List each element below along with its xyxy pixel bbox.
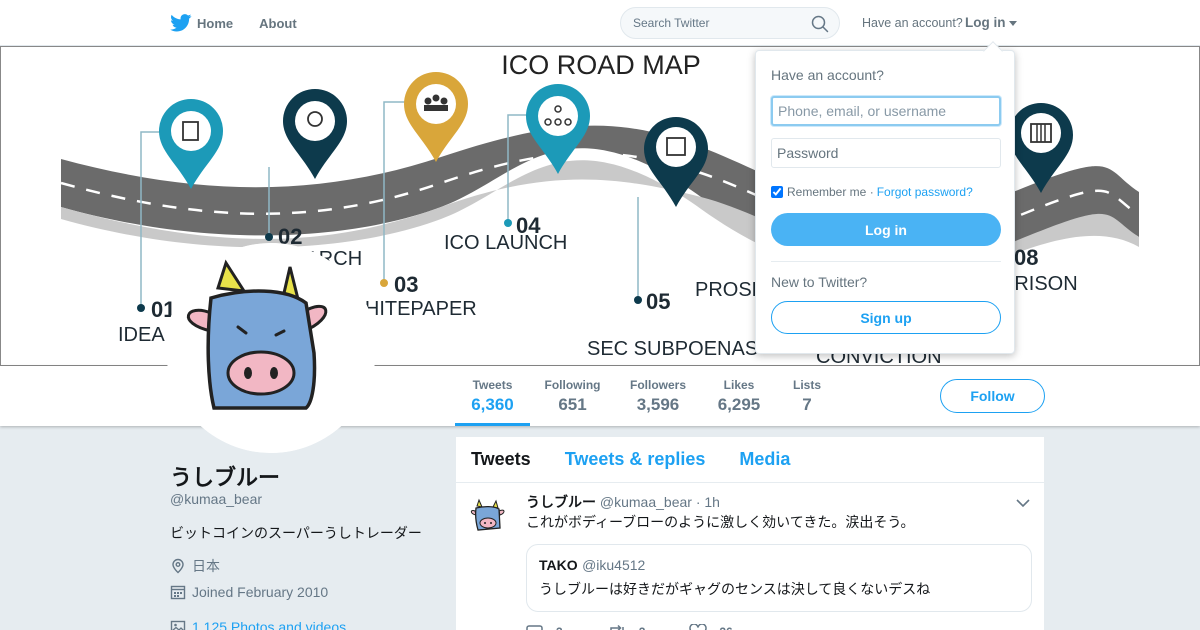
tweet-actions: 3 2 26 (526, 624, 1032, 630)
chevron-down-icon (1008, 21, 1017, 26)
login-dropdown: Have an account? Remember me · Forgot pa… (755, 41, 1015, 354)
stat-likes-value: 6,295 (717, 395, 761, 414)
reply-action[interactable]: 3 (526, 624, 563, 630)
timeline: Tweets Tweets & replies Media うしブルー @kum… (456, 437, 1044, 630)
login-menu-toggle[interactable]: Log in (965, 15, 1017, 30)
milestone-num-03: 03 (394, 272, 418, 297)
like-action[interactable]: 26 (689, 624, 733, 630)
stat-tweets-value: 6,360 (471, 395, 514, 414)
tweet[interactable]: うしブルー @kumaa_bear · 1h これがボディーブローのように激しく… (456, 483, 1044, 630)
remember-me-label: Remember me (787, 185, 867, 199)
login-menu-label: Log in (965, 15, 1006, 30)
nav-home[interactable]: Home (170, 0, 233, 46)
cow-avatar-image (166, 243, 376, 453)
quoted-text: うしブルーは好きだがギャグのセンスは決して良くないデスね (539, 581, 931, 597)
stat-tweets[interactable]: Tweets 6,360 (455, 366, 530, 426)
tab-tweets[interactable]: Tweets (471, 449, 531, 470)
heart-icon (689, 624, 708, 630)
twitter-bird-icon (170, 14, 192, 32)
stat-lists-label: Lists (792, 378, 821, 392)
search-icon[interactable] (811, 15, 829, 33)
profile-avatar[interactable] (166, 243, 376, 453)
signup-button[interactable]: Sign up (771, 301, 1001, 334)
tweet-avatar[interactable] (469, 498, 507, 536)
profile-photos[interactable]: 1,125 Photos and videos (170, 619, 346, 630)
tweet-time[interactable]: · 1h (696, 494, 720, 510)
milestone-num-05: 05 (646, 289, 670, 314)
photo-icon (170, 620, 186, 630)
quoted-tweet[interactable]: TAKO @iku4512 うしブルーは好きだがギャグのセンスは決して良くないデ… (526, 544, 1032, 612)
stat-followers-label: Followers (629, 378, 686, 392)
chevron-down-icon[interactable] (1016, 498, 1030, 508)
nav-about-label: About (259, 15, 297, 31)
profile-photos-link[interactable]: 1,125 Photos and videos (192, 619, 346, 630)
stat-followers-value: 3,596 (636, 395, 680, 414)
milestone-num-08: 08 (1014, 245, 1038, 270)
separator-dot: · (866, 185, 874, 199)
tweet-author-name[interactable]: うしブルー (526, 494, 596, 510)
stat-following[interactable]: Following 651 (540, 366, 605, 426)
tab-media[interactable]: Media (739, 449, 790, 470)
reply-icon (526, 625, 543, 630)
stat-lists-value: 7 (802, 395, 812, 414)
banner-title: ICO ROAD MAP (501, 50, 701, 80)
profile-joined-text: Joined February 2010 (192, 584, 329, 600)
profile-joined: Joined February 2010 (170, 584, 328, 600)
profile-location-text: 日本 (192, 558, 220, 574)
login-button[interactable]: Log in (771, 213, 1001, 246)
reply-count: 3 (556, 625, 563, 630)
stat-likes[interactable]: Likes 6,295 (711, 366, 767, 426)
remember-me-checkbox[interactable] (771, 186, 783, 198)
search-box[interactable] (620, 7, 840, 39)
tweet-text: これがボディーブローのように激しく効いてきた。涙出そう。 (526, 514, 915, 530)
stat-likes-label: Likes (723, 378, 755, 392)
nav-left: Home About (170, 0, 323, 46)
retweet-action[interactable]: 2 (607, 624, 646, 630)
timeline-tabs: Tweets Tweets & replies Media (456, 437, 1044, 483)
profile-bio: ビットコインのスーパーうしトレーダー (170, 525, 422, 541)
nav-home-label: Home (197, 15, 234, 31)
tab-tweets-and-replies[interactable]: Tweets & replies (565, 449, 706, 470)
profile-location: 日本 (170, 556, 220, 576)
top-nav: Home About Have an account? Log in (0, 0, 1200, 46)
stat-following-label: Following (544, 378, 601, 392)
stat-following-value: 651 (558, 395, 587, 414)
profile-handle[interactable]: @kumaa_bear (170, 491, 262, 507)
retweet-count: 2 (639, 625, 646, 630)
stat-lists[interactable]: Lists 7 (787, 366, 827, 426)
like-count: 26 (719, 625, 732, 630)
profile-name: うしブルー (170, 465, 281, 490)
new-to-twitter-text: New to Twitter? (771, 274, 868, 290)
tweet-header: うしブルー @kumaa_bear · 1h (526, 493, 1032, 511)
quoted-author-handle: @iku4512 (582, 557, 646, 573)
quoted-author-name: TAKO (539, 557, 578, 573)
location-pin-icon (172, 558, 184, 574)
have-account-text: Have an account? (862, 16, 963, 30)
calendar-icon (170, 585, 186, 600)
login-dropdown-title: Have an account? (771, 67, 884, 83)
username-field[interactable] (771, 96, 1001, 126)
search-input[interactable] (633, 16, 803, 30)
remember-me[interactable]: Remember me · Forgot password? (771, 185, 973, 199)
milestone-label-05: SEC SUBPOENAS (587, 338, 758, 360)
retweet-icon (609, 624, 624, 630)
tweet-author-handle[interactable]: @kumaa_bear (600, 494, 692, 510)
forgot-password-link[interactable]: Forgot password? (877, 185, 973, 199)
stat-tweets-label: Tweets (472, 378, 513, 392)
stat-followers[interactable]: Followers 3,596 (626, 366, 690, 426)
nav-about[interactable]: About (259, 0, 297, 46)
divider (771, 261, 1001, 262)
milestone-label-01: IDEA (118, 324, 165, 346)
follow-button[interactable]: Follow (940, 379, 1045, 413)
password-field[interactable] (771, 138, 1001, 168)
milestone-label-04: ICO LAUNCH (444, 232, 567, 254)
